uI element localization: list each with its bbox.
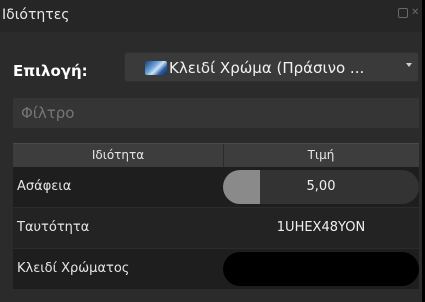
column-header-property: Ιδιότητα	[91, 148, 145, 162]
properties-table: Ιδιότητα Τιμή Ασάφεια 5,00 Ταυτότητα 1UH…	[13, 143, 419, 290]
selection-value: Κλειδί Χρώμα (Πράσινο ...	[169, 59, 365, 77]
table-row-id: Ταυτότητα 1UHEX48YON	[13, 208, 419, 249]
panel-title: Ιδιότητες	[2, 7, 70, 23]
table-row-blur: Ασάφεια 5,00	[13, 167, 419, 208]
column-header-value: Τιμή	[307, 148, 335, 162]
selection-dropdown[interactable]: Κλειδί Χρώμα (Πράσινο ...	[124, 52, 419, 82]
chevron-down-icon	[406, 63, 412, 67]
filter-input[interactable]	[13, 98, 419, 128]
slider-value: 5,00	[306, 179, 336, 194]
chroma-key-icon	[145, 61, 167, 75]
close-panel-icon[interactable]: ✕	[411, 8, 421, 18]
row-value-id: 1UHEX48YON	[223, 208, 419, 248]
row-label-blur: Ασάφεια	[17, 179, 72, 194]
blur-slider[interactable]: 5,00	[223, 170, 419, 204]
table-row-key-color: Κλειδί Χρώματος	[13, 249, 419, 290]
float-panel-icon[interactable]	[398, 8, 408, 18]
row-label-id: Ταυτότητα	[17, 220, 90, 235]
row-value-blur: 5,00	[223, 167, 419, 207]
table-header: Ιδιότητα Τιμή	[13, 143, 419, 167]
selection-label: Επιλογή:	[13, 62, 88, 80]
filter-field[interactable]	[13, 98, 419, 128]
row-value-key-color	[223, 249, 419, 289]
panel-titlebar: Ιδιότητες ✕	[0, 0, 422, 32]
row-label-key-color: Κλειδί Χρώματος	[17, 261, 130, 276]
key-color-swatch[interactable]	[223, 252, 419, 286]
id-value: 1UHEX48YON	[276, 220, 366, 235]
properties-panel: Ιδιότητες ✕ Επιλογή: Κλειδί Χρώμα (Πράσι…	[0, 0, 422, 302]
